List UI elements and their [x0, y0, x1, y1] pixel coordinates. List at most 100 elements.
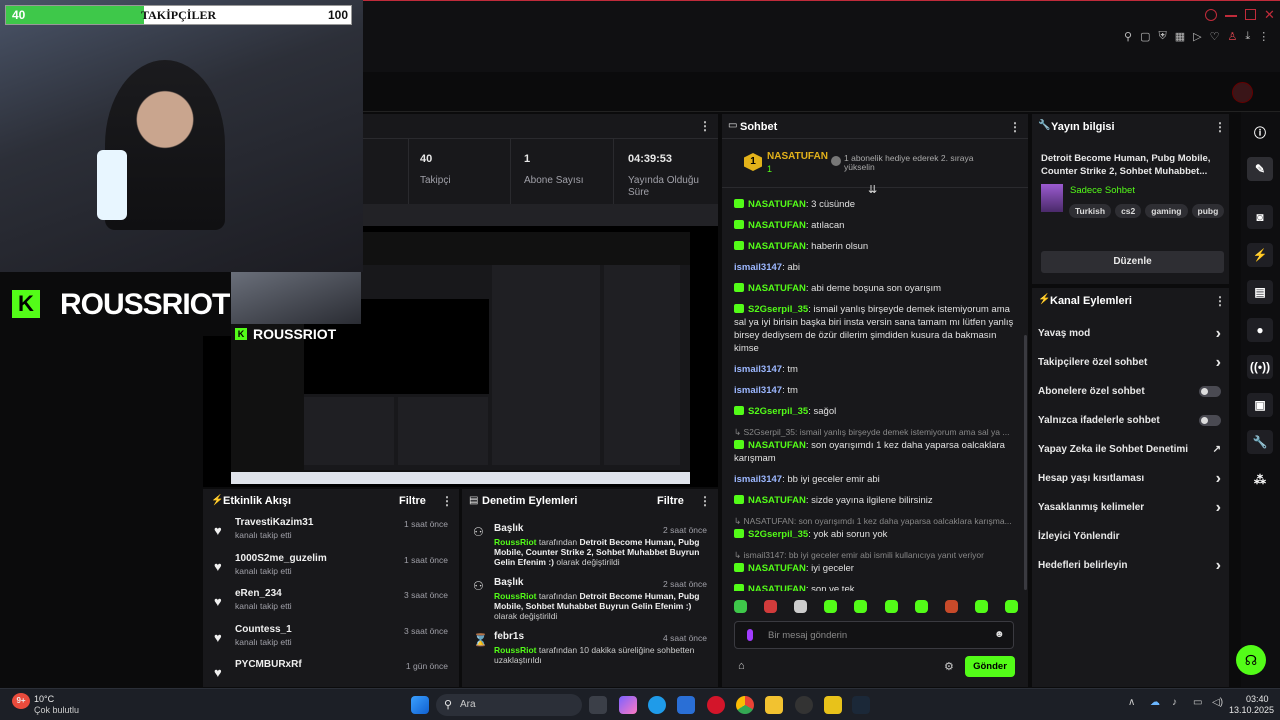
emote-icon[interactable]	[854, 600, 868, 613]
moderation-item[interactable]: ⚇ Başlık 2 saat önce RoussRiot tarafından D…	[462, 577, 718, 621]
emote-icon[interactable]	[1004, 600, 1018, 613]
opera-icon[interactable]	[707, 696, 725, 714]
chrome-icon[interactable]	[736, 696, 754, 714]
channel-action-item[interactable]: Yavaş mod ›	[1032, 319, 1229, 348]
network-icon[interactable]: ▭	[1193, 697, 1202, 708]
heart-icon[interactable]: ♡	[1210, 30, 1220, 43]
app-icon[interactable]	[824, 696, 842, 714]
channel-actions-more-icon[interactable]: ⋮	[1214, 294, 1226, 308]
flash-icon[interactable]: ⚡	[1247, 243, 1273, 267]
shield-icon[interactable]: ⛨	[1158, 30, 1166, 43]
category-name[interactable]: Sadece Sohbet	[1070, 185, 1135, 196]
moderation-more-icon[interactable]: ⋮	[699, 494, 711, 508]
channel-action-item[interactable]: Abonelere özel sohbet	[1032, 377, 1229, 406]
chat-username[interactable]: S2Gserpil_35	[748, 529, 808, 540]
emote-icon[interactable]	[974, 600, 988, 613]
tray-chevron-icon[interactable]: ∧	[1128, 697, 1135, 708]
mic-tray-icon[interactable]: ♪	[1172, 697, 1177, 708]
chat-username[interactable]: NASATUFAN	[748, 283, 806, 294]
chat-settings-icon[interactable]: ⚙	[944, 660, 954, 673]
search-icon[interactable]	[1205, 9, 1217, 21]
toggle-switch[interactable]	[1199, 415, 1221, 426]
onedrive-icon[interactable]: ☁	[1150, 697, 1160, 708]
support-icon[interactable]: ☊	[1236, 645, 1266, 675]
plugins-icon[interactable]: ⁂	[1247, 468, 1273, 492]
stream-tag[interactable]: gaming	[1145, 204, 1188, 218]
emote-icon[interactable]	[914, 600, 928, 613]
channel-action-item[interactable]: Yasaklanmış kelimeler ›	[1032, 493, 1229, 522]
moderation-actor[interactable]: RoussRiot	[494, 645, 537, 655]
chat-username[interactable]: NASATUFAN	[748, 495, 806, 506]
moderation-filter[interactable]: Filtre	[657, 495, 684, 507]
volume-icon[interactable]: ◁)	[1212, 697, 1223, 708]
chat-username[interactable]: S2Gserpil_35	[748, 304, 808, 315]
grid-icon[interactable]: ▦	[1175, 30, 1185, 43]
moderation-item[interactable]: ⌛ febr1s 4 saat önce RoussRiot tarafından 1…	[462, 631, 718, 665]
explorer-icon[interactable]	[765, 696, 783, 714]
channel-action-item[interactable]: İzleyici Yönlendir	[1032, 522, 1229, 551]
start-icon[interactable]	[411, 696, 429, 714]
stream-tag[interactable]: Turkish	[1069, 204, 1112, 218]
emote-icon[interactable]	[884, 600, 898, 613]
pencil-icon[interactable]: ✎	[1247, 157, 1273, 181]
channel-action-item[interactable]: Yapay Zeka ile Sohbet Denetimi ↗	[1032, 435, 1229, 464]
minimize-icon[interactable]	[1225, 15, 1237, 17]
maximize-icon[interactable]	[1245, 9, 1256, 20]
activity-filter[interactable]: Filtre	[399, 495, 426, 507]
emote-icon[interactable]	[794, 600, 808, 613]
stream-tag[interactable]: cs2	[1115, 204, 1142, 218]
activity-item[interactable]: ♥ 1000S2me_guzelim kanalı takip etti 1 saat…	[203, 553, 459, 589]
toggle-switch[interactable]	[1199, 386, 1221, 397]
chat-scrollbar[interactable]	[1024, 335, 1027, 590]
info-icon[interactable]: ⓘ	[1247, 120, 1273, 144]
chat-icon[interactable]: ●	[1247, 318, 1273, 342]
chat-username[interactable]: NASATUFAN	[748, 563, 806, 574]
activity-item[interactable]: ♥ Countess_1 kanalı takip etti 3 saat önce	[203, 624, 459, 660]
task-view-icon[interactable]	[589, 696, 607, 714]
send-button[interactable]: Gönder	[965, 656, 1015, 677]
activity-item[interactable]: ♥ TravestiKazim31 kanalı takip etti 1 saat …	[203, 517, 459, 553]
chat-input-box[interactable]: Bir mesaj gönderin ☻	[734, 621, 1014, 649]
play-icon[interactable]: ▷	[1193, 30, 1201, 43]
chat-input[interactable]: Bir mesaj gönderin	[768, 630, 847, 641]
channel-action-item[interactable]: Hedefleri belirleyin ›	[1032, 551, 1229, 580]
chat-username[interactable]: NASATUFAN	[748, 199, 806, 210]
obs-icon[interactable]	[795, 696, 813, 714]
avatar[interactable]	[1232, 82, 1253, 103]
chat-more-icon[interactable]: ⋮	[1009, 120, 1021, 134]
search-input[interactable]: Ara	[460, 699, 476, 710]
stream-info-more-icon[interactable]: ⋮	[1214, 120, 1226, 134]
channel-action-item[interactable]: Hesap yaşı kısıtlaması ›	[1032, 464, 1229, 493]
edit-button[interactable]: Düzenle	[1041, 251, 1224, 273]
emote-icon[interactable]	[764, 600, 778, 613]
layout-icon[interactable]: ▣	[1247, 393, 1273, 417]
chat-leaderboard[interactable]: 1 NASATUFAN 1 1 abonelik hediye ederek 2…	[722, 138, 1028, 188]
chat-username[interactable]: NASATUFAN	[748, 220, 806, 231]
emote-icon[interactable]	[824, 600, 838, 613]
emote-icon[interactable]	[734, 600, 747, 613]
edge-icon[interactable]	[648, 696, 666, 714]
chat-username[interactable]: ismail3147	[734, 364, 782, 375]
chat-username[interactable]: ismail3147	[734, 474, 782, 485]
clock-date[interactable]: 13.10.2025	[1229, 705, 1274, 715]
menu-icon[interactable]: ⋮	[1258, 30, 1269, 43]
weather-temp[interactable]: 10°C	[34, 694, 54, 704]
scroll-down-icon[interactable]: ⇊	[868, 183, 877, 196]
steam-icon[interactable]	[852, 696, 870, 714]
moderation-item[interactable]: ⚇ Başlık 2 saat önce RoussRiot tarafından D…	[462, 523, 718, 567]
emote-icon[interactable]	[944, 600, 958, 613]
download-icon[interactable]: ⤓	[1245, 30, 1250, 43]
channel-action-item[interactable]: Yalnızca ifadelerle sohbet	[1032, 406, 1229, 435]
broadcast-icon[interactable]: ((•))	[1247, 355, 1273, 379]
chat-username[interactable]: S2Gserpil_35	[748, 406, 808, 417]
more-icon[interactable]: ⋮	[699, 119, 711, 133]
profile-icon[interactable]: ♙	[1227, 30, 1237, 43]
stream-tag[interactable]: pubg	[1191, 204, 1225, 218]
clock-time[interactable]: 03:40	[1246, 694, 1269, 704]
window-icon[interactable]: ▢	[1140, 30, 1150, 43]
close-icon[interactable]: ✕	[1264, 8, 1275, 21]
chat-username[interactable]: NASATUFAN	[748, 584, 806, 591]
list-icon[interactable]: ▤	[1247, 280, 1273, 304]
store-app-icon[interactable]	[677, 696, 695, 714]
camera-icon[interactable]: ◙	[1247, 205, 1273, 229]
